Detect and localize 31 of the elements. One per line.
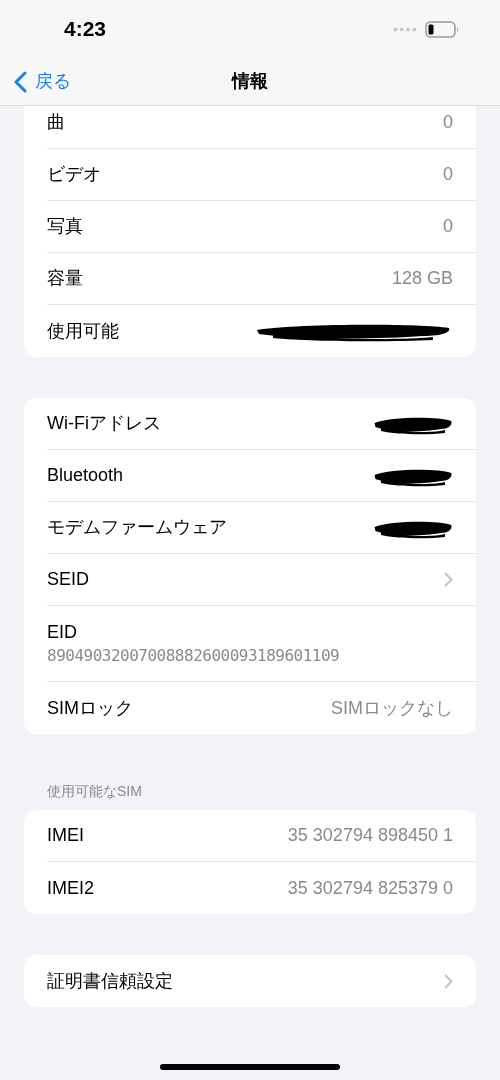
row-value: 35 302794 825379 0 [287,876,453,900]
row-label: モデムファームウェア [47,516,227,539]
row-value: 0 [443,215,453,238]
chevron-icon [444,572,453,587]
screen-title: 情報 [232,70,268,93]
row-label[interactable]: SEID [47,566,89,593]
row-value: 89049032007008882600093189601109 [47,644,341,667]
row-value: 35 302794 898450 1 [287,824,453,847]
row-label: EID [47,620,78,644]
row-value: 0 [443,111,453,134]
row-label: 写真 [47,215,83,238]
row-label: 曲 [47,111,65,134]
row-label: IMEI2 [47,876,94,900]
row-label: SIMロック [47,696,133,720]
battery-icon [425,20,460,38]
row-value: SIMロックなし [331,696,453,720]
section-header: 使用可能なSIM [46,782,143,801]
chevron-icon [444,973,453,989]
back-chevron-icon [14,70,27,93]
back-button[interactable]: 戻る [14,68,71,95]
row-value: 0 [443,163,453,186]
signal-dots-icon [393,26,417,32]
row-label: IMEI [47,824,84,847]
row-label: ビデオ [47,163,101,186]
row-label: Bluetooth [47,464,124,487]
row-label: Wi-Fiアドレス [47,412,161,435]
status-time: 4:23 [64,16,107,43]
row-label: 容量 [47,267,83,290]
row-label: 使用可能 [47,319,119,343]
row-label[interactable]: 証明書信頼設定 [47,967,173,995]
row-value: 128 GB [391,267,453,290]
